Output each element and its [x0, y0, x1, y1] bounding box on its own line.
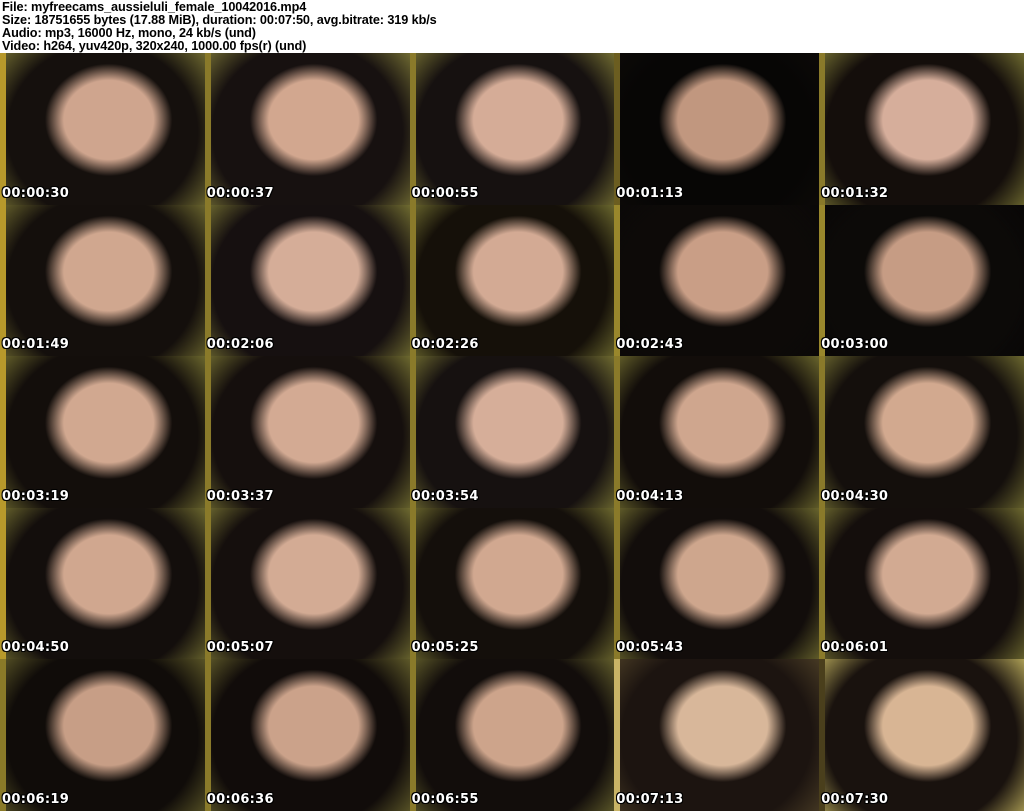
- video-thumbnail: 00:00:55: [409, 53, 615, 205]
- video-thumbnail: 00:06:55: [409, 659, 615, 811]
- timestamp-label: 00:00:37: [206, 185, 274, 201]
- timestamp-label: 00:06:01: [821, 640, 889, 656]
- timestamp-label: 00:06:19: [2, 791, 70, 807]
- video-info-line: Video: h264, yuv420p, 320x240, 1000.00 f…: [2, 39, 307, 53]
- video-thumbnail: 00:07:30: [819, 659, 1024, 811]
- video-thumbnail: 00:00:37: [204, 53, 410, 205]
- timestamp-label: 00:05:07: [206, 640, 274, 656]
- timestamp-label: 00:05:25: [411, 640, 479, 656]
- video-thumbnail: 00:00:30: [0, 53, 205, 205]
- video-thumbnail: 00:06:01: [819, 507, 1024, 660]
- timestamp-label: 00:07:13: [616, 791, 684, 807]
- video-thumbnail: 00:01:49: [0, 204, 205, 357]
- timestamp-label: 00:02:26: [411, 337, 479, 353]
- video-thumbnail: 00:05:07: [204, 507, 410, 660]
- timestamp-label: 00:01:32: [821, 185, 889, 201]
- timestamp-label: 00:04:50: [2, 640, 70, 656]
- timestamp-label: 00:07:30: [821, 791, 889, 807]
- video-thumbnail: 00:01:13: [614, 53, 820, 205]
- timestamp-label: 00:04:30: [821, 488, 889, 504]
- contact-sheet: File: myfreecams_aussieluli_female_10042…: [0, 0, 1024, 811]
- timestamp-label: 00:00:30: [2, 185, 70, 201]
- thumbnail-grid: 00:00:30 00:00:37 00:00:55 00:01:13 00:0…: [0, 53, 1024, 811]
- video-thumbnail: 00:07:13: [614, 659, 820, 811]
- video-thumbnail: 00:03:19: [0, 356, 205, 508]
- timestamp-label: 00:03:54: [411, 488, 479, 504]
- video-thumbnail: 00:04:30: [819, 356, 1024, 508]
- video-thumbnail: 00:05:43: [614, 507, 820, 660]
- timestamp-label: 00:06:55: [411, 791, 479, 807]
- video-thumbnail: 00:03:37: [204, 356, 410, 508]
- video-thumbnail: 00:02:26: [409, 204, 615, 357]
- timestamp-label: 00:02:06: [206, 337, 274, 353]
- media-info-header: File: myfreecams_aussieluli_female_10042…: [0, 0, 1024, 53]
- timestamp-label: 00:03:37: [206, 488, 274, 504]
- video-thumbnail: 00:03:00: [819, 204, 1024, 357]
- video-thumbnail: 00:03:54: [409, 356, 615, 508]
- timestamp-label: 00:05:43: [616, 640, 684, 656]
- video-thumbnail: 00:02:43: [614, 204, 820, 357]
- video-thumbnail: 00:01:32: [819, 53, 1024, 205]
- timestamp-label: 00:03:00: [821, 337, 889, 353]
- video-thumbnail: 00:05:25: [409, 507, 615, 660]
- timestamp-label: 00:01:49: [2, 337, 70, 353]
- video-thumbnail: 00:04:50: [0, 507, 205, 660]
- timestamp-label: 00:06:36: [206, 791, 274, 807]
- video-thumbnail: 00:02:06: [204, 204, 410, 357]
- timestamp-label: 00:04:13: [616, 488, 684, 504]
- timestamp-label: 00:00:55: [411, 185, 479, 201]
- video-thumbnail: 00:06:36: [204, 659, 410, 811]
- video-thumbnail: 00:06:19: [0, 659, 205, 811]
- timestamp-label: 00:03:19: [2, 488, 70, 504]
- timestamp-label: 00:01:13: [616, 185, 684, 201]
- timestamp-label: 00:02:43: [616, 337, 684, 353]
- video-thumbnail: 00:04:13: [614, 356, 820, 508]
